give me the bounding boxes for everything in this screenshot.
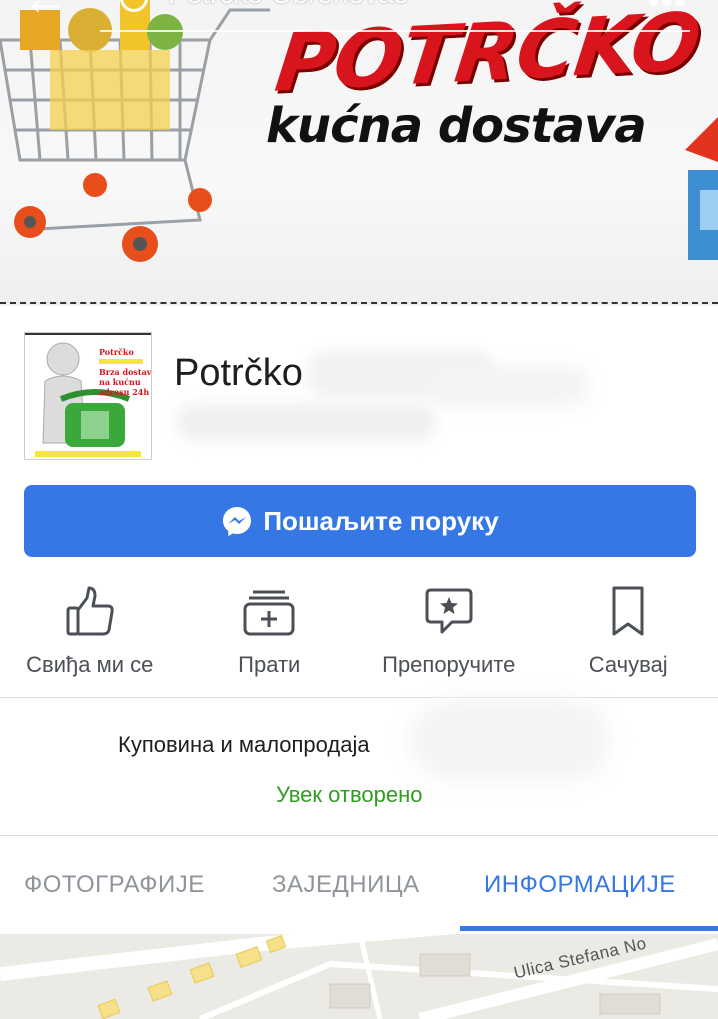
open-status: Увек отворено bbox=[276, 782, 423, 807]
cover-tagline: kućna dostava bbox=[266, 98, 647, 154]
back-arrow-icon[interactable]: ← bbox=[22, 0, 82, 21]
send-message-button[interactable]: Пошаљите поруку bbox=[24, 485, 696, 557]
search-bar[interactable]: Potrčko Obrenovac bbox=[100, 0, 690, 32]
like-label: Свиђа ми се bbox=[26, 652, 154, 677]
thumbs-up-icon bbox=[66, 586, 114, 636]
avatar-image: Potrčko Brza dostava na kućnu adresu 24h bbox=[25, 333, 151, 459]
cover-photo[interactable]: POTRČKO kućna dostava ← Potrčko Obrenova… bbox=[0, 0, 718, 306]
bookmark-icon bbox=[612, 586, 644, 636]
avatar-text-3: na kućnu bbox=[99, 377, 141, 387]
search-icon bbox=[120, 0, 148, 12]
page-title[interactable]: Potrčko bbox=[174, 352, 303, 395]
follow-button[interactable]: Прати bbox=[180, 580, 360, 690]
messenger-icon bbox=[223, 507, 252, 536]
save-button[interactable]: Сачувај bbox=[539, 580, 718, 690]
redacted-area bbox=[410, 700, 610, 780]
recommend-icon bbox=[425, 588, 473, 634]
page-avatar[interactable]: Potrčko Brza dostava na kućnu adresu 24h bbox=[24, 332, 152, 460]
page-category[interactable]: Куповина и малопродаја bbox=[118, 732, 370, 758]
divider bbox=[0, 697, 718, 698]
follow-label: Прати bbox=[238, 652, 301, 677]
save-label: Сачувај bbox=[588, 652, 668, 677]
tab-info[interactable]: ИНФОРМАЦИЈЕ bbox=[484, 836, 676, 934]
redacted-area bbox=[430, 366, 590, 406]
like-button[interactable]: Свиђа ми се bbox=[0, 580, 180, 690]
tab-photos[interactable]: ФОТОГРАФИЈЕ bbox=[24, 836, 205, 934]
page-tabs: ФОТОГРАФИЈЕ ЗАЈЕДНИЦА ИНФОРМАЦИЈЕ bbox=[0, 836, 718, 934]
tab-community[interactable]: ЗАЈЕДНИЦА bbox=[272, 836, 420, 934]
redacted-area bbox=[176, 404, 436, 440]
active-tab-indicator bbox=[460, 926, 718, 931]
shopping-cart-illustration bbox=[0, 0, 270, 262]
avatar-text-1: Potrčko bbox=[99, 347, 134, 357]
send-message-label: Пошаљите поруку bbox=[263, 505, 499, 536]
avatar-text-2: Brza dostava bbox=[99, 367, 151, 377]
search-query: Potrčko Obrenovac bbox=[168, 0, 408, 10]
cover-divider bbox=[0, 302, 718, 304]
location-map[interactable]: Ulica Stefana No bbox=[0, 934, 718, 1019]
more-options-icon[interactable]: ••• bbox=[648, 0, 688, 21]
avatar-text-4: adresu 24h bbox=[99, 387, 149, 397]
recommend-button[interactable]: Препоручите bbox=[359, 580, 539, 690]
follow-icon bbox=[243, 590, 295, 636]
recommend-label: Препоручите bbox=[382, 652, 516, 677]
page-actions-row: Свиђа ми се Прати Препоручите Сачувај bbox=[0, 580, 718, 690]
house-illustration bbox=[685, 117, 718, 260]
